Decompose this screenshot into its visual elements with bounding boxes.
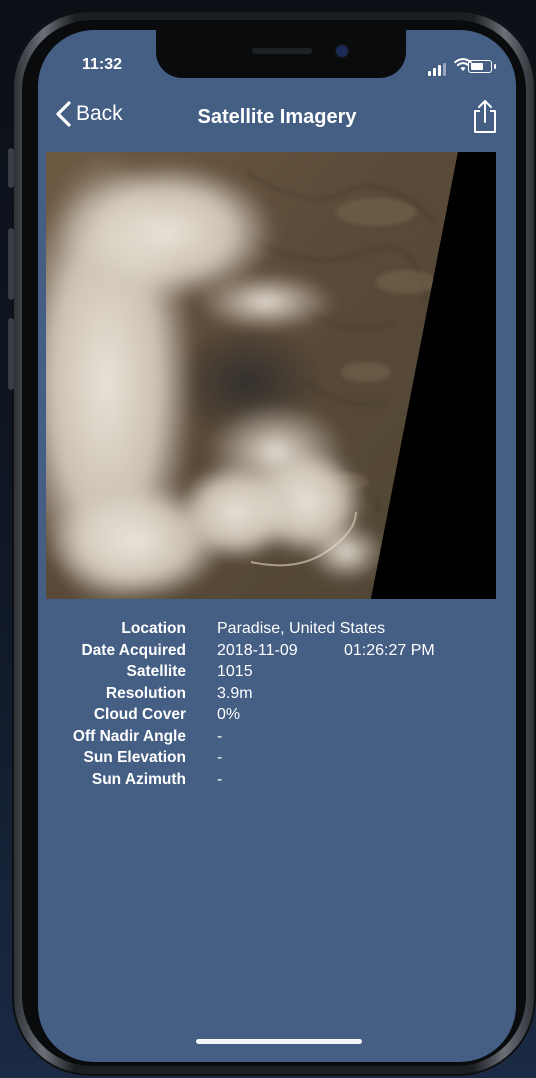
off-nadir-label: Off Nadir Angle	[72, 727, 186, 745]
cloud-cover-value: 0%	[217, 706, 241, 723]
off-nadir-value: -	[217, 727, 223, 745]
location-row: Location Paradise, United States	[38, 620, 516, 642]
image-metadata: Location Paradise, United States Date Ac…	[38, 620, 516, 792]
page-title: Satellite Imagery	[197, 106, 357, 128]
volume-up-button	[8, 228, 14, 300]
sun-elevation-value: -	[217, 749, 223, 766]
location-label: Location	[121, 620, 186, 637]
sun-azimuth-label: Sun Azimuth	[91, 770, 186, 788]
share-icon	[474, 100, 496, 133]
satellite-row: Satellite 1015	[38, 663, 516, 685]
satellite-label: Satellite	[126, 663, 186, 680]
resolution-row: Resolution 3.9m	[38, 685, 516, 707]
battery-icon	[468, 60, 492, 73]
resolution-value: 3.9m	[217, 684, 253, 702]
date-row: Date Acquired 2018-11-09 01:26:27 PM	[38, 642, 516, 664]
date-label: Date Acquired	[81, 641, 186, 659]
sun-azimuth-value: -	[217, 770, 223, 788]
notch	[156, 30, 406, 78]
share-button[interactable]	[470, 98, 500, 136]
sun-elevation-label: Sun Elevation	[83, 749, 187, 766]
cloud-cover-label: Cloud Cover	[93, 706, 186, 723]
location-value: Paradise, United States	[217, 620, 386, 637]
sun-elevation-row: Sun Elevation -	[38, 749, 516, 771]
battery-nub	[494, 64, 496, 69]
status-icons	[408, 58, 498, 76]
satellite-image-render	[46, 152, 496, 599]
app-screen: 11:32 Back Satellite Imagery Location Pa…	[38, 30, 516, 1062]
time-value: 01:26:27 PM	[344, 641, 435, 659]
cloud-cover-row: Cloud Cover 0%	[38, 706, 516, 728]
speaker-grille	[252, 48, 312, 54]
volume-down-button	[8, 318, 14, 390]
front-camera	[336, 45, 348, 57]
off-nadir-row: Off Nadir Angle -	[38, 728, 516, 750]
satellite-image[interactable]	[46, 152, 496, 599]
satellite-value: 1015	[217, 663, 253, 680]
mute-switch	[8, 148, 14, 188]
sun-azimuth-row: Sun Azimuth -	[38, 771, 516, 793]
navigation-bar: Back Satellite Imagery	[38, 90, 516, 144]
resolution-label: Resolution	[105, 684, 186, 702]
status-time: 11:32	[82, 56, 123, 73]
home-indicator[interactable]	[196, 1039, 362, 1044]
date-value: 2018-11-09	[217, 641, 298, 659]
